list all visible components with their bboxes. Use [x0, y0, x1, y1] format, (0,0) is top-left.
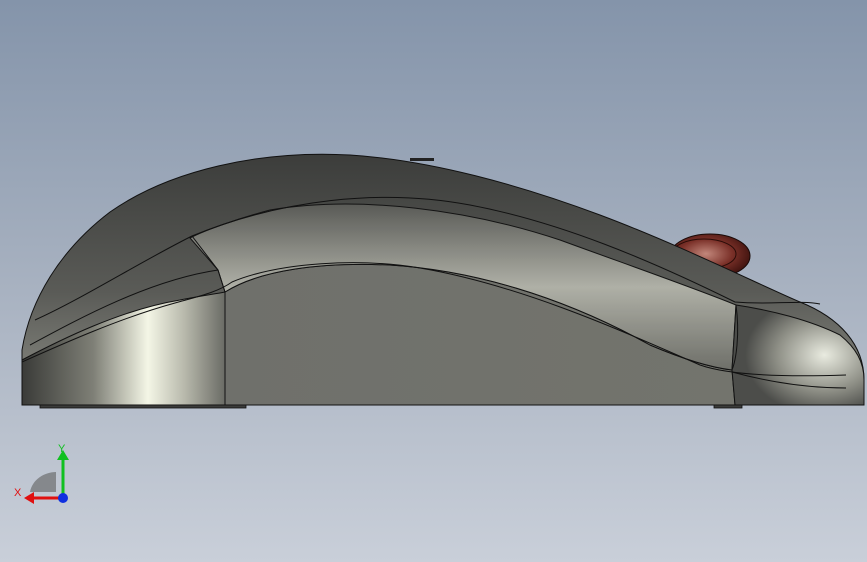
triad-x-label: X [14, 487, 22, 499]
triad-x-arrow [24, 492, 34, 504]
triad-y-label: Y [58, 443, 66, 455]
orientation-triad[interactable]: X Y [10, 440, 80, 510]
mouse-model[interactable] [0, 0, 867, 562]
graphics-viewport[interactable]: X Y [0, 0, 867, 562]
triad-plane-indicator [30, 472, 56, 492]
rear-face [731, 304, 865, 406]
triad-z-axis [58, 493, 68, 503]
top-notch [410, 158, 434, 161]
rear-foot [713, 404, 743, 409]
front-foot [39, 404, 247, 409]
